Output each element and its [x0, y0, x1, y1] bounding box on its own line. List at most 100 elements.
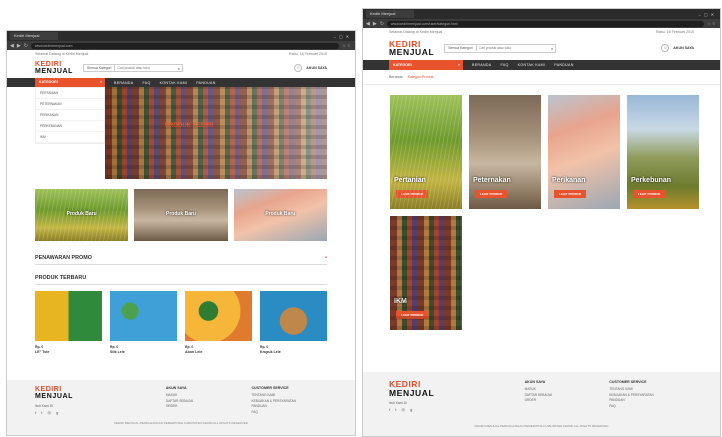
footer-link[interactable]: TENTANG KAMI: [251, 393, 327, 397]
product-name[interactable]: Krupuk Lele: [260, 350, 327, 354]
banner-card[interactable]: Produk Baru: [233, 189, 327, 241]
product-name[interactable]: LE" Tole: [35, 350, 102, 354]
footer-link[interactable]: ORDER: [166, 404, 242, 408]
footer-link[interactable]: FAQ: [251, 410, 327, 414]
new-products-title: PRODUK TERBARU: [35, 275, 87, 281]
menu-icon: ≡: [457, 63, 460, 67]
banner-card[interactable]: Produk Baru: [35, 189, 129, 241]
product-price: Rp. 0: [260, 345, 269, 349]
site-logo[interactable]: KEDIRI MENJUAL: [35, 61, 73, 75]
product-image[interactable]: [260, 291, 327, 341]
footer-logo-line2: MENJUAL: [35, 393, 74, 400]
instagram-icon[interactable]: ◎: [402, 407, 408, 412]
view-products-button[interactable]: LIHAT PRODUK: [633, 190, 666, 198]
product-card[interactable]: Rp. 0 Stik Lele: [110, 291, 177, 354]
category-button[interactable]: KATEGORI ≡: [35, 78, 105, 87]
search-category-select[interactable]: Semua Kategori: [84, 65, 116, 71]
nav-faq[interactable]: FAQ: [142, 81, 150, 85]
footer-logo[interactable]: KEDIRI MENJUAL: [389, 380, 525, 397]
window-controls-icon[interactable]: –▢✕: [699, 12, 717, 17]
site-logo[interactable]: KEDIRI MENJUAL: [389, 39, 434, 57]
category-menu-item[interactable]: IKM: [36, 132, 104, 143]
search-icon[interactable]: ⌕: [176, 66, 182, 71]
category-menu-item[interactable]: PERKEBUNAN: [36, 121, 104, 132]
search-category-select[interactable]: Semua Kategori: [445, 45, 477, 51]
footer-link[interactable]: KEBIJAKAN & PERSYARATAN: [251, 399, 327, 403]
facebook-icon[interactable]: f: [35, 410, 38, 415]
search-input[interactable]: [115, 65, 176, 71]
url-field[interactable]: www.kedirimenjual.com: [30, 42, 340, 49]
footer-link[interactable]: TENTANG KAMI: [609, 387, 694, 391]
product-image[interactable]: [185, 291, 252, 341]
footer-logo[interactable]: KEDIRI MENJUAL: [35, 386, 156, 400]
reload-icon[interactable]: ↻: [380, 21, 384, 27]
product-name[interactable]: Stik Lele: [110, 350, 177, 354]
nav-kontak[interactable]: KONTAK KAMI: [160, 81, 188, 85]
breadcrumb-home[interactable]: Beranda: [389, 75, 403, 79]
search-icon[interactable]: ⌕: [549, 46, 555, 51]
category-card-perkebunan[interactable]: Perkebunan LIHAT PRODUK: [627, 95, 699, 209]
product-card[interactable]: Rp. 0 LE" Tole: [35, 291, 102, 354]
slider-dot-icon[interactable]: •: [325, 255, 327, 261]
twitter-icon[interactable]: t: [395, 407, 398, 412]
category-card-pertanian[interactable]: Pertanian LIHAT PRODUK: [390, 95, 462, 209]
nav-panduan[interactable]: PANDUAN: [196, 81, 215, 85]
product-card[interactable]: Rp. 0 Krupuk Lele: [260, 291, 327, 354]
back-icon[interactable]: ◀: [366, 21, 370, 27]
window-controls-icon[interactable]: –▢✕: [334, 34, 352, 39]
hero-slider[interactable]: PRODUK KEDIRI: [105, 87, 327, 179]
nav-faq[interactable]: FAQ: [500, 63, 508, 67]
category-card-ikm[interactable]: IKM LIHAT PRODUK: [390, 216, 462, 330]
reload-icon[interactable]: ↻: [24, 43, 28, 49]
account-menu[interactable]: ☺ AKUN SAYA: [294, 64, 327, 72]
nav-beranda[interactable]: BERANDA: [472, 63, 491, 67]
browser-menu-icon[interactable]: ☆≡: [707, 21, 717, 26]
footer-link[interactable]: FAQ: [609, 404, 694, 408]
googleplus-icon[interactable]: g: [56, 410, 60, 415]
nav-beranda[interactable]: BERANDA: [114, 81, 133, 85]
nav-kontak[interactable]: KONTAK KAMI: [518, 63, 546, 67]
banner-card[interactable]: Produk Baru: [134, 189, 228, 241]
category-menu-item[interactable]: PERTANIAN: [36, 88, 104, 99]
nav-panduan[interactable]: PANDUAN: [554, 63, 573, 67]
category-card-perikanan[interactable]: Perikanan LIHAT PRODUK: [548, 95, 620, 209]
footer-link[interactable]: PANDUAN: [609, 398, 694, 402]
footer-link[interactable]: KEBIJAKAN & PERSYARATAN: [609, 393, 694, 397]
forward-icon[interactable]: ▶: [373, 21, 377, 27]
topline: Selamat Datang di Kediri Menjual Rabu, 1…: [363, 28, 720, 36]
site-footer: KEDIRI MENJUAL Ikuti Kami Di f t ◎ g AKU…: [363, 372, 720, 436]
footer-link[interactable]: DAFTAR SEBAGAI: [525, 393, 610, 397]
view-products-button[interactable]: LIHAT PRODUK: [554, 190, 587, 198]
footer-link[interactable]: MASUK: [525, 387, 610, 391]
search-input[interactable]: [476, 45, 550, 51]
product-card[interactable]: Rp. 0 Abon Lele: [185, 291, 252, 354]
product-name[interactable]: Abon Lele: [185, 350, 252, 354]
twitter-icon[interactable]: t: [41, 410, 44, 415]
browser-tab[interactable]: Kediri Menjual: [10, 32, 58, 40]
facebook-icon[interactable]: f: [389, 407, 392, 412]
product-image[interactable]: [110, 291, 177, 341]
view-products-button[interactable]: LIHAT PRODUK: [475, 190, 508, 198]
googleplus-icon[interactable]: g: [410, 407, 414, 412]
view-products-button[interactable]: LIHAT PRODUK: [396, 190, 429, 198]
footer-link[interactable]: DAFTAR SEBAGAI: [166, 399, 242, 403]
account-menu[interactable]: ☺ AKUN SAYA: [661, 44, 694, 52]
view-products-button[interactable]: LIHAT PRODUK: [396, 311, 429, 319]
forward-icon[interactable]: ▶: [17, 43, 21, 49]
footer-link[interactable]: ORDER: [525, 398, 610, 402]
url-field[interactable]: www.kedirimenjual.com/user/kategori.html: [386, 20, 705, 27]
browser-menu-icon[interactable]: ☆≡: [342, 43, 352, 48]
category-menu-item[interactable]: PETERNAKAN: [36, 99, 104, 110]
category-label: Perikanan: [552, 177, 586, 184]
category-card-peternakan[interactable]: Peternakan LIHAT PRODUK: [469, 95, 541, 209]
footer-link[interactable]: MASUK: [166, 393, 242, 397]
browser-tab[interactable]: Kediri Menjual: [366, 10, 414, 18]
back-icon[interactable]: ◀: [10, 43, 14, 49]
product-image[interactable]: [35, 291, 102, 341]
browser-tab-bar: Kediri Menjual –▢✕: [7, 31, 355, 41]
category-menu-item[interactable]: PERIKANAN: [36, 110, 104, 121]
instagram-icon[interactable]: ◎: [48, 410, 54, 415]
copyright: KEDIRI MENJUAL PERDAGANGAN PEMERINTAH KA…: [114, 421, 248, 425]
category-button[interactable]: KATEGORI ≡: [389, 60, 463, 70]
footer-link[interactable]: PANDUAN: [251, 404, 327, 408]
